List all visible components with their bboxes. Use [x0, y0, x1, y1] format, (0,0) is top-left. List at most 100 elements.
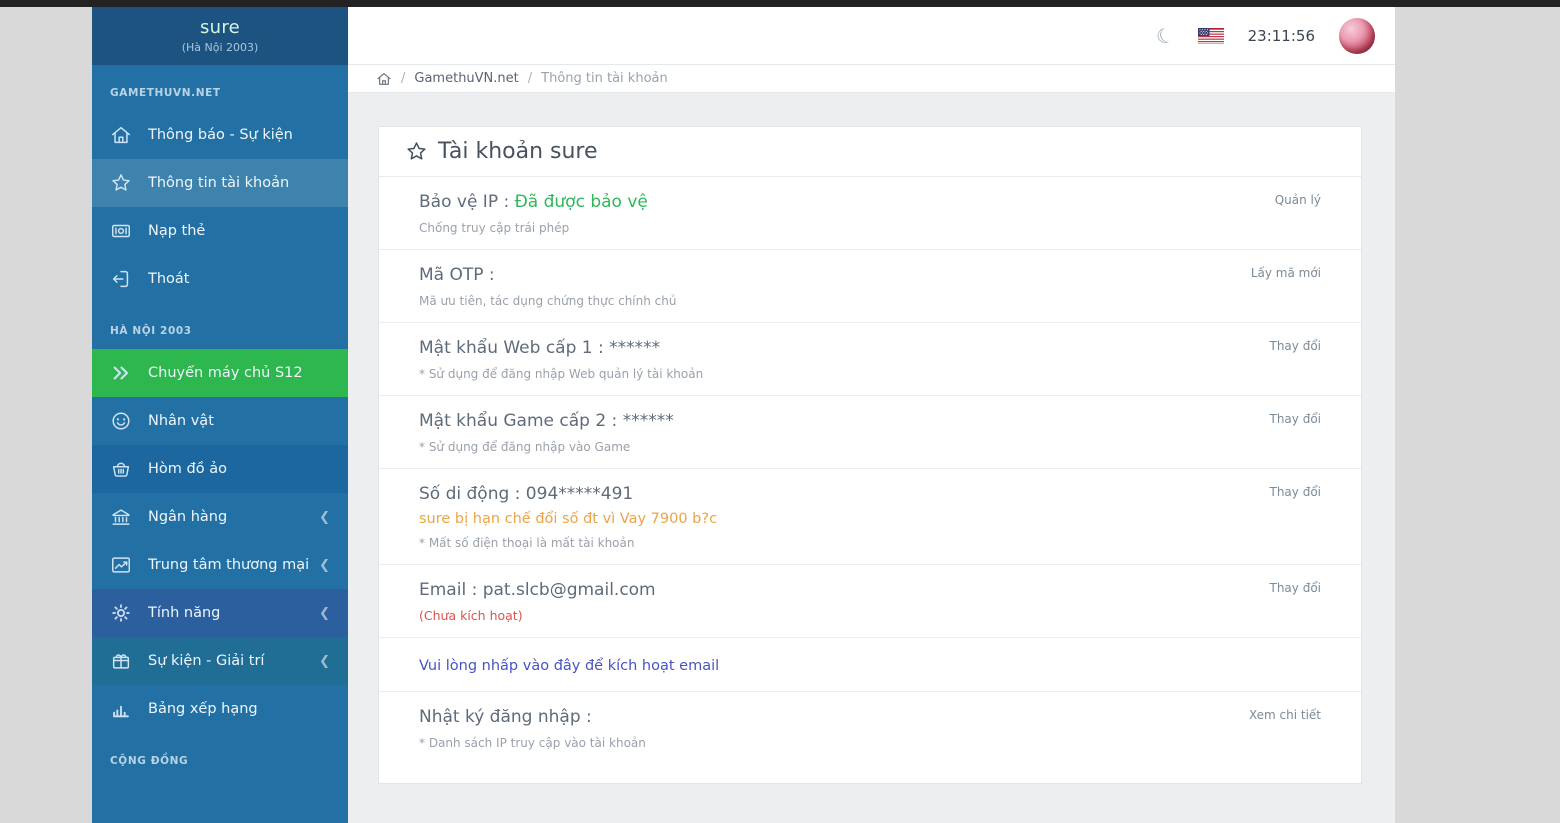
- sidebar-account-header: sure (Hà Nội 2003): [92, 7, 348, 65]
- row-label: Mã OTP :: [419, 265, 1335, 285]
- breadcrumb-site-link[interactable]: GamethuVN.net: [414, 71, 518, 86]
- sidebar-item[interactable]: Trung tâm thương mại❮: [92, 541, 348, 589]
- row-note: * Danh sách IP truy cập vào tài khoản: [419, 736, 1335, 750]
- row-label: Email : pat.slcb@gmail.com: [419, 580, 1335, 600]
- sidebar-item-label: Nhân vật: [148, 413, 334, 429]
- account-info-row: Bảo vệ IP : Đã được bảo vệ Chống truy cập…: [379, 177, 1361, 250]
- row-note: * Sử dụng để đăng nhập vào Game: [419, 440, 1335, 454]
- gear-icon: [110, 602, 132, 624]
- sidebar-section-label: GAMETHUVN.NET: [92, 65, 348, 111]
- chevron-left-icon: ❮: [319, 654, 330, 669]
- chart-icon: [110, 554, 132, 576]
- row-note: Chống truy cập trái phép: [419, 221, 1335, 235]
- row-error-text: (Chưa kích hoạt): [419, 608, 1335, 623]
- sidebar-item-label: Hòm đồ ảo: [148, 461, 334, 477]
- row-label: Mật khẩu Game cấp 2 : ******: [419, 411, 1335, 431]
- account-rows: Bảo vệ IP : Đã được bảo vệ Chống truy cập…: [379, 177, 1361, 764]
- sidebar-item[interactable]: Thông báo - Sự kiện: [92, 111, 348, 159]
- chevron-left-icon: ❮: [319, 606, 330, 621]
- dark-mode-moon-icon[interactable]: ☾: [1153, 23, 1176, 48]
- topbar: ☾ 23:11:56: [348, 7, 1395, 65]
- sidebar-item-label: Trung tâm thương mại: [148, 557, 319, 573]
- sidebar-item[interactable]: Nạp thẻ: [92, 207, 348, 255]
- row-value-status: Đã được bảo vệ: [515, 192, 648, 212]
- row-note: * Sử dụng để đăng nhập Web quản lý tài k…: [419, 367, 1335, 381]
- sidebar-item[interactable]: Hòm đồ ảo: [92, 445, 348, 493]
- account-info-row: Mật khẩu Game cấp 2 : ****** * Sử dụng để…: [379, 396, 1361, 469]
- cash-icon: [110, 220, 132, 242]
- sidebar-item[interactable]: Nhân vật: [92, 397, 348, 445]
- sidebar-item-label: Ngân hàng: [148, 509, 319, 525]
- account-panel: Tài khoản sure Bảo vệ IP : Đã được bảo v…: [378, 126, 1362, 784]
- sidebar-username: sure: [92, 17, 348, 38]
- sidebar-item-label: Thông báo - Sự kiện: [148, 127, 334, 143]
- exit-icon: [110, 268, 132, 290]
- sidebar-server-subtitle: (Hà Nội 2003): [92, 41, 348, 54]
- row-action-link[interactable]: Xem chi tiết: [1249, 708, 1321, 722]
- row-action-link[interactable]: Thay đổi: [1270, 412, 1322, 426]
- panel-title-bar: Tài khoản sure: [379, 127, 1361, 177]
- breadcrumb-separator: /: [528, 71, 532, 86]
- breadcrumb-current-page: Thông tin tài khoản: [541, 71, 668, 86]
- basket-icon: [110, 458, 132, 480]
- account-info-row: Mã OTP : Mã ưu tiên, tác dụng chứng thực …: [379, 250, 1361, 323]
- row-warning-text: sure bị hạn chế đổi số đt vì Vay 7900 b?…: [419, 511, 1335, 527]
- sidebar-item[interactable]: Bảng xếp hạng: [92, 685, 348, 733]
- smiley-icon: [110, 410, 132, 432]
- sidebar-item-label: Sự kiện - Giải trí: [148, 653, 319, 669]
- home-icon: [110, 124, 132, 146]
- sidebar-item-label: Bảng xếp hạng: [148, 701, 334, 717]
- sidebar-item-label: Tính năng: [148, 605, 319, 621]
- clock: 23:11:56: [1248, 27, 1315, 45]
- sidebar-section-label: HÀ NỘI 2003: [92, 303, 348, 349]
- gift-icon: [110, 650, 132, 672]
- breadcrumb: / GamethuVN.net / Thông tin tài khoản: [348, 65, 1395, 93]
- account-info-row: Nhật ký đăng nhập : * Danh sách IP truy c…: [379, 692, 1361, 764]
- breadcrumb-separator: /: [401, 71, 405, 86]
- account-info-row: Mật khẩu Web cấp 1 : ****** * Sử dụng để …: [379, 323, 1361, 396]
- sidebar-item[interactable]: Chuyển máy chủ S12: [92, 349, 348, 397]
- row-label: Bảo vệ IP : Đã được bảo vệ: [419, 192, 1335, 212]
- barchart-icon: [110, 698, 132, 720]
- chevron-left-icon: ❮: [319, 510, 330, 525]
- sidebar-item[interactable]: Sự kiện - Giải trí❮: [92, 637, 348, 685]
- main-area: ☾ 23:11:56: [348, 7, 1395, 823]
- chevron-left-icon: ❮: [319, 558, 330, 573]
- star-icon: [405, 140, 428, 163]
- account-info-row: Email : pat.slcb@gmail.com (Chưa kích hoạ…: [379, 565, 1361, 638]
- row-label: Số di động : 094*****491: [419, 484, 1335, 504]
- panel-title: Tài khoản sure: [438, 139, 598, 164]
- us-flag-icon[interactable]: [1198, 28, 1224, 44]
- sidebar-nav: GAMETHUVN.NET Thông báo - Sự kiện Thông ti…: [92, 65, 348, 779]
- sidebar-item[interactable]: Thoát: [92, 255, 348, 303]
- row-note: * Mất số điện thoại là mất tài khoản: [419, 536, 1335, 550]
- row-action-link[interactable]: Thay đổi: [1270, 581, 1322, 595]
- sidebar-item[interactable]: Ngân hàng❮: [92, 493, 348, 541]
- bank-icon: [110, 506, 132, 528]
- account-info-row: Số di động : 094*****491 sure bị hạn chế …: [379, 469, 1361, 565]
- double-chevron-icon: [110, 362, 132, 384]
- row-label: Nhật ký đăng nhập :: [419, 707, 1335, 727]
- window-top-strip: [0, 0, 1560, 7]
- sidebar: sure (Hà Nội 2003) GAMETHUVN.NET Thông bá…: [92, 7, 348, 823]
- row-note: Mã ưu tiên, tác dụng chứng thực chính ch…: [419, 294, 1335, 308]
- sidebar-item[interactable]: Thông tin tài khoản: [92, 159, 348, 207]
- row-label: Mật khẩu Web cấp 1 : ******: [419, 338, 1335, 358]
- sidebar-item-label: Nạp thẻ: [148, 223, 334, 239]
- row-action-link[interactable]: Lấy mã mới: [1251, 266, 1321, 280]
- home-icon[interactable]: [376, 71, 392, 87]
- row-action-link[interactable]: Thay đổi: [1270, 485, 1322, 499]
- row-action-link[interactable]: Quản lý: [1275, 193, 1321, 207]
- sidebar-item-label: Thông tin tài khoản: [148, 175, 334, 191]
- sidebar-item-label: Chuyển máy chủ S12: [148, 365, 334, 381]
- activate-email-link[interactable]: Vui lòng nhấp vào đây để kích hoạt email: [419, 658, 719, 674]
- row-action-link[interactable]: Thay đổi: [1270, 339, 1322, 353]
- app-window: sure (Hà Nội 2003) GAMETHUVN.NET Thông bá…: [92, 7, 1395, 823]
- email-activation-row: Vui lòng nhấp vào đây để kích hoạt email: [379, 638, 1361, 692]
- star-icon: [110, 172, 132, 194]
- sidebar-item-label: Thoát: [148, 271, 334, 287]
- sidebar-item[interactable]: Tính năng❮: [92, 589, 348, 637]
- content-area: Tài khoản sure Bảo vệ IP : Đã được bảo v…: [348, 94, 1395, 823]
- user-avatar[interactable]: [1339, 18, 1375, 54]
- sidebar-section-label: CỘNG ĐỒNG: [92, 733, 348, 779]
